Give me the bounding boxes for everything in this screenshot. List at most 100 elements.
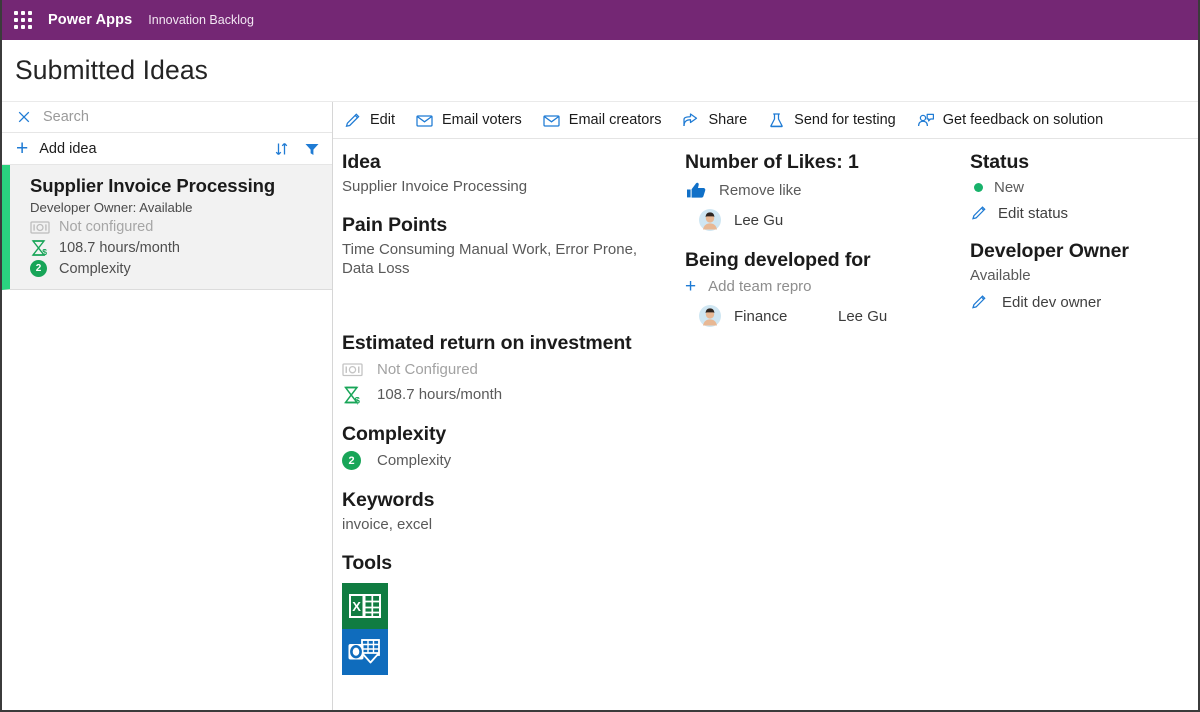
team-row: Finance Lee Gu — [685, 305, 970, 327]
share-button[interactable]: Share — [681, 111, 747, 130]
idea-cost-label: Not configured — [59, 219, 154, 235]
remove-like-label: Remove like — [719, 181, 802, 199]
idea-title: Supplier Invoice Processing — [30, 175, 276, 196]
edit-dev-owner-button[interactable]: Edit dev owner — [970, 293, 1198, 311]
svg-text:$: $ — [355, 395, 361, 405]
edit-button[interactable]: Edit — [343, 111, 395, 130]
edit-status-label: Edit status — [998, 204, 1069, 222]
outlook-icon[interactable] — [342, 628, 388, 675]
detail-content: Idea Supplier Invoice Processing Pain Po… — [333, 139, 1198, 710]
ideas-list-pane: Search + Add idea Supplier Invoice Proce… — [2, 102, 333, 710]
team-name: Finance — [734, 307, 788, 325]
roi-cost-row: Not Configured — [342, 360, 685, 380]
tools-heading: Tools — [342, 551, 393, 574]
complexity-badge: 2 — [342, 451, 361, 471]
idea-hours-row: $ 108.7 hours/month — [30, 239, 322, 257]
ideas-list: Supplier Invoice Processing Developer Ow… — [2, 165, 332, 710]
main-body: Search + Add idea Supplier Invoice Proce… — [2, 102, 1198, 710]
send-for-testing-button[interactable]: Send for testing — [767, 111, 896, 130]
get-feedback-label: Get feedback on solution — [942, 112, 1104, 128]
roi-hours-label: 108.7 hours/month — [377, 386, 503, 404]
flask-beaker-icon — [767, 111, 786, 130]
share-label: Share — [708, 112, 748, 128]
roi-hours-row: $ 108.7 hours/month — [342, 385, 685, 405]
team-person-name: Lee Gu — [838, 307, 888, 325]
pain-points-heading: Pain Points — [342, 214, 448, 237]
plus-icon[interactable]: + — [16, 138, 28, 159]
idea-complexity-label: Complexity — [59, 260, 131, 277]
detail-column-middle: Number of Likes: 1 Remove like Lee Gu Be… — [685, 151, 970, 710]
complexity-badge: 2 — [30, 260, 47, 277]
complexity-badge-wrap: 2 — [342, 451, 364, 471]
send-for-testing-label: Send for testing — [794, 112, 896, 128]
detail-column-left: Idea Supplier Invoice Processing Pain Po… — [333, 151, 685, 710]
excel-icon[interactable]: X — [342, 582, 388, 629]
keywords-value: invoice, excel — [342, 515, 433, 533]
add-team-repro-button[interactable]: + Add team repro — [685, 277, 970, 296]
brand-label[interactable]: Power Apps — [48, 12, 132, 28]
tools-list: X — [342, 582, 685, 675]
add-idea-row: + Add idea — [2, 133, 332, 165]
edit-button-label: Edit — [370, 112, 395, 128]
get-feedback-button[interactable]: Get feedback on solution — [916, 111, 1103, 130]
app-name-label[interactable]: Innovation Backlog — [148, 13, 254, 27]
command-bar: Edit Email voters Email creators Share S… — [333, 102, 1198, 139]
email-creators-button[interactable]: Email creators — [542, 111, 661, 130]
likes-heading: Number of Likes: 1 — [685, 151, 859, 173]
page-title: Submitted Ideas — [15, 55, 209, 85]
mail-envelope-icon — [415, 111, 434, 130]
list-item[interactable]: Supplier Invoice Processing Developer Ow… — [2, 165, 332, 290]
filter-funnel-icon[interactable] — [303, 140, 321, 158]
status-row: New — [970, 179, 1198, 196]
idea-cost-row: Not configured — [30, 218, 322, 236]
idea-complexity-row: 2 Complexity — [30, 260, 322, 277]
email-voters-label: Email voters — [442, 112, 522, 128]
thumbs-up-filled-icon — [685, 180, 707, 200]
search-input[interactable]: Search — [2, 102, 332, 133]
email-voters-button[interactable]: Email voters — [415, 111, 522, 130]
idea-hours-label: 108.7 hours/month — [59, 240, 180, 256]
developed-for-heading: Being developed for — [685, 249, 871, 271]
status-heading: Status — [970, 151, 1029, 173]
mail-envelope-icon — [542, 111, 561, 130]
developer-owner-value: Available — [970, 267, 1031, 284]
hourglass-dollar-icon: $ — [30, 239, 50, 257]
status-dot-icon — [974, 183, 983, 192]
voter-name: Lee Gu — [734, 211, 784, 229]
page-title-bar: Submitted Ideas — [2, 40, 1198, 102]
edit-status-button[interactable]: Edit status — [970, 204, 1198, 222]
status-badge: New — [994, 179, 1025, 196]
edit-dev-owner-label: Edit dev owner — [1002, 293, 1102, 311]
person-feedback-icon — [916, 111, 935, 130]
developer-owner-heading: Developer Owner — [970, 240, 1129, 262]
voter-row: Lee Gu — [685, 209, 970, 231]
idea-heading: Idea — [342, 151, 381, 173]
remove-like-button[interactable]: Remove like — [685, 180, 970, 200]
avatar — [699, 305, 721, 327]
hourglass-dollar-icon: $ — [342, 385, 364, 405]
complexity-row: 2 Complexity — [342, 451, 685, 471]
roi-heading: Estimated return on investment — [342, 331, 632, 354]
pain-points-value: Time Consuming Manual Work, Error Prone,… — [342, 241, 638, 278]
add-idea-button[interactable]: Add idea — [39, 141, 96, 157]
app-window: Power Apps Innovation Backlog Submitted … — [0, 0, 1200, 712]
complexity-label: Complexity — [377, 452, 452, 470]
waffle-grid-icon[interactable] — [12, 9, 34, 31]
close-x-icon[interactable] — [16, 109, 32, 125]
money-bill-icon — [342, 360, 364, 380]
pencil-edit-icon — [343, 111, 362, 130]
svg-text:X: X — [352, 599, 361, 614]
search-placeholder: Search — [43, 109, 89, 125]
idea-subtitle: Developer Owner: Available — [30, 200, 193, 215]
sort-arrows-icon[interactable] — [273, 140, 291, 158]
share-arrow-icon — [681, 111, 700, 130]
pencil-edit-icon — [970, 204, 990, 222]
detail-column-right: Status New Edit status Developer Owner A… — [970, 151, 1198, 710]
roi-cost-label: Not Configured — [377, 361, 478, 379]
svg-text:$: $ — [42, 247, 47, 257]
top-navigation-bar: Power Apps Innovation Backlog — [2, 0, 1198, 40]
money-bill-icon — [30, 218, 50, 236]
plus-icon: + — [685, 276, 697, 297]
pencil-edit-icon — [970, 293, 990, 311]
keywords-heading: Keywords — [342, 488, 435, 511]
